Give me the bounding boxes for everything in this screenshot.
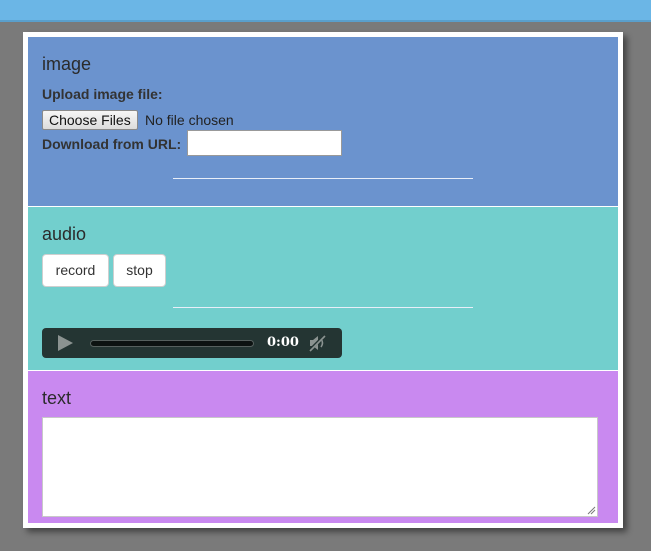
text-section-title: text: [42, 388, 72, 408]
audio-section: audio record stop 0:00: [28, 207, 618, 370]
text-section: text: [28, 371, 618, 523]
image-divider: [173, 178, 473, 179]
audio-divider: [173, 307, 473, 308]
resize-grip-icon[interactable]: [586, 505, 596, 515]
url-input[interactable]: [187, 130, 342, 156]
mute-icon[interactable]: [308, 334, 326, 352]
main-card: image Upload image file: Choose Files No…: [23, 32, 623, 528]
image-section: image Upload image file: Choose Files No…: [28, 37, 618, 206]
upload-image-label: Upload image file:: [42, 86, 163, 102]
choose-files-button[interactable]: Choose Files: [42, 110, 138, 130]
text-input-area[interactable]: [42, 417, 598, 517]
top-bar: [0, 0, 651, 22]
play-icon[interactable]: [58, 335, 73, 351]
image-section-title: image: [42, 54, 92, 74]
seek-bar[interactable]: [90, 340, 254, 347]
record-button[interactable]: record: [42, 254, 109, 287]
file-status-text: No file chosen: [145, 112, 234, 128]
time-display: 0:00: [267, 335, 299, 350]
audio-player: 0:00: [42, 328, 342, 358]
audio-section-title: audio: [42, 224, 87, 244]
stop-button[interactable]: stop: [113, 254, 166, 287]
download-url-label: Download from URL:: [42, 136, 182, 152]
